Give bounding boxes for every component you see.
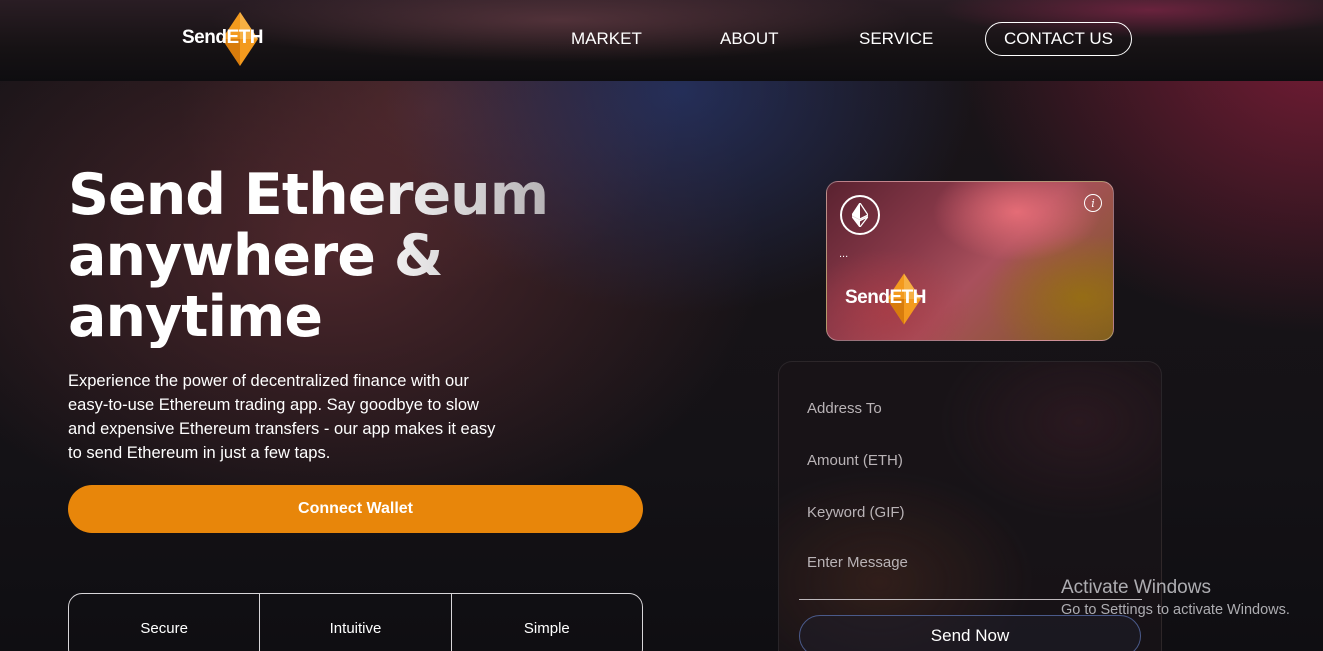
contact-us-button[interactable]: CONTACT US xyxy=(985,22,1132,56)
nav-market[interactable]: MARKET xyxy=(571,29,642,49)
hero-title-line-2: anywhere & xyxy=(68,223,443,289)
ethereum-card: i ... SendETH xyxy=(826,181,1114,341)
nav-service[interactable]: SERVICE xyxy=(859,29,933,49)
connect-wallet-button[interactable]: Connect Wallet xyxy=(68,485,643,533)
hero-description: Experience the power of decentralized fi… xyxy=(68,372,496,462)
amount-input[interactable] xyxy=(799,442,1142,478)
hero-title-line-3: anytime xyxy=(68,284,323,350)
feature-secure: Secure xyxy=(69,594,261,651)
card-logo-text: SendETH xyxy=(845,287,926,308)
card-address: ... xyxy=(839,248,849,260)
logo-text: SendETH xyxy=(182,27,263,48)
hero-title: Send Ethereum anywhere & anytime xyxy=(68,165,588,348)
ethereum-icon xyxy=(840,195,880,235)
address-input[interactable] xyxy=(799,390,1142,426)
send-now-button[interactable]: Send Now xyxy=(799,615,1141,651)
activate-windows-title: Activate Windows xyxy=(1061,577,1211,598)
features-grid: Secure Intuitive Simple xyxy=(68,593,643,651)
feature-simple: Simple xyxy=(523,620,570,637)
site-logo[interactable]: SendETH xyxy=(182,12,263,68)
feature-intuitive: Intuitive xyxy=(260,594,452,651)
hero-title-line-1: Send Ethereum xyxy=(68,162,549,228)
card-logo: SendETH xyxy=(845,272,926,328)
activate-windows-subtitle: Go to Settings to activate Windows. xyxy=(1061,602,1290,618)
nav-about[interactable]: ABOUT xyxy=(720,29,779,49)
info-icon[interactable]: i xyxy=(1084,194,1102,212)
keyword-input[interactable] xyxy=(799,494,1142,530)
